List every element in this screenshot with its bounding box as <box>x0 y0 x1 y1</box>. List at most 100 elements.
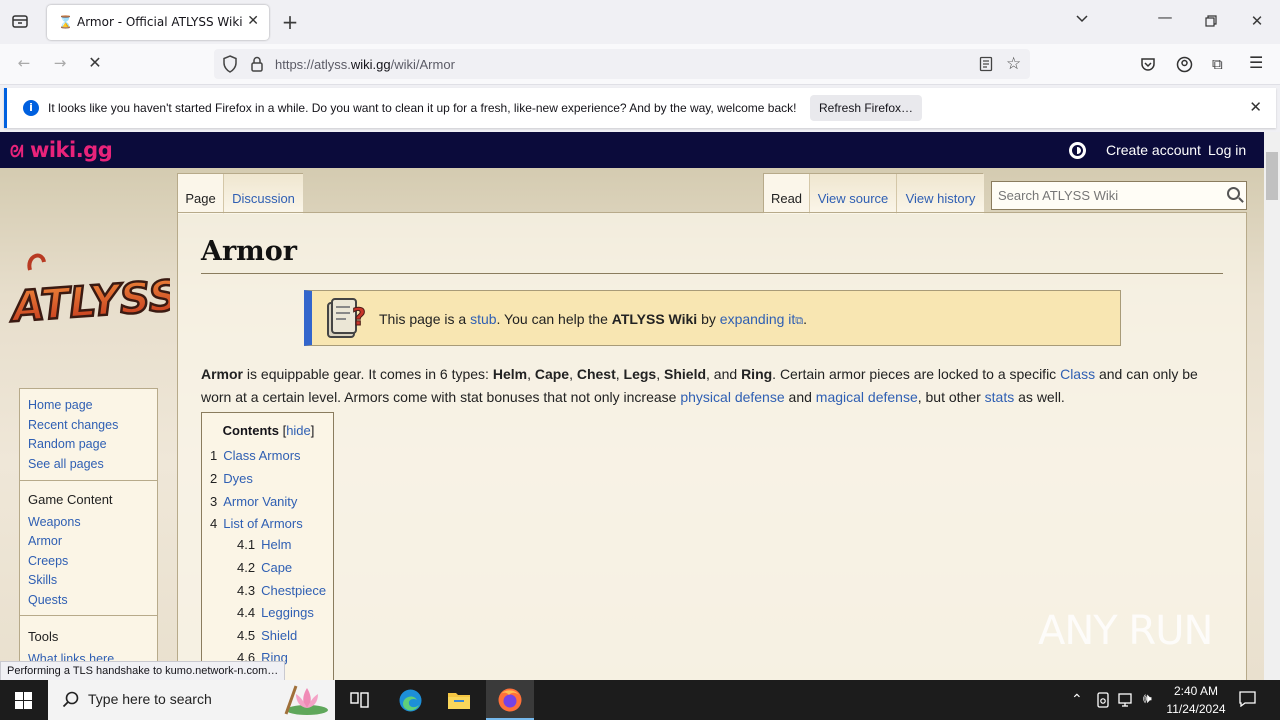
search-icon <box>62 691 79 711</box>
tray-device-icon[interactable] <box>1096 692 1110 711</box>
log-in-link[interactable]: Log in <box>1208 142 1246 158</box>
intro-paragraph: Armor is equippable gear. It comes in 6 … <box>201 366 1198 405</box>
magical-defense-link[interactable]: magical defense <box>816 389 918 405</box>
lotus-flower-icon <box>284 684 330 719</box>
browser-tab[interactable]: ⌛ Armor - Official ATLYSS Wiki ✕ <box>47 5 269 40</box>
refresh-firefox-button[interactable]: Refresh Firefox… <box>810 95 922 121</box>
svg-text:?: ? <box>352 303 366 331</box>
sidebar-navigation: Home page Recent changes Random page See… <box>19 388 158 481</box>
svg-text:ATLYSS: ATLYSS <box>8 271 170 332</box>
table-of-contents: Contents [hide] 1 Class Armors 2 Dyes 3 Arm… <box>201 412 334 680</box>
clock-date[interactable]: 11/24/2024 <box>1164 702 1228 716</box>
bookmark-star-icon[interactable]: ☆ <box>1006 54 1021 74</box>
sidebar-link-all-pages[interactable]: See all pages <box>20 455 157 475</box>
sidebar-link-random-page[interactable]: Random page <box>20 435 157 455</box>
wiki-top-bar: ᘛ wiki.gg Create account Log in <box>0 132 1264 168</box>
sidebar-link-weapons[interactable]: Weapons <box>20 513 157 533</box>
url-bar[interactable]: https://atlyss.wiki.gg/wiki/Armor ☆ <box>214 49 1030 79</box>
sidebar-link-recent-changes[interactable]: Recent changes <box>20 416 157 436</box>
external-link-icon: ⧉ <box>795 315 804 327</box>
sidebar-link-quests[interactable]: Quests <box>20 591 157 611</box>
wiki-search-input[interactable] <box>992 182 1218 209</box>
clock-time[interactable]: 2:40 AM <box>1172 684 1220 698</box>
minimize-icon[interactable]: — <box>1155 8 1175 26</box>
page-scrollbar[interactable] <box>1264 132 1280 680</box>
atlyss-logo[interactable]: ATLYSS <box>8 250 170 338</box>
notifications-icon[interactable] <box>1239 691 1256 710</box>
windows-start-icon[interactable] <box>15 692 32 712</box>
menu-icon[interactable]: ☰ <box>1249 53 1263 72</box>
file-explorer-icon[interactable] <box>447 690 471 713</box>
tab-list-icon[interactable] <box>10 12 30 32</box>
toc-item[interactable]: 4.1 Helm <box>237 537 291 552</box>
expanding-it-link[interactable]: expanding it <box>720 311 796 327</box>
loading-hourglass-icon: ⌛ <box>58 15 73 29</box>
account-icon[interactable] <box>1176 56 1193 76</box>
close-tab-icon[interactable]: ✕ <box>247 13 259 29</box>
lock-icon[interactable] <box>250 56 264 75</box>
firefox-icon <box>498 688 522 712</box>
chevron-down-icon[interactable] <box>1072 11 1092 31</box>
sidebar-link-creeps[interactable]: Creeps <box>20 552 157 572</box>
sidebar-link-home[interactable]: Home page <box>20 396 157 416</box>
toc-hide-link[interactable]: hide <box>286 423 311 438</box>
sidebar-link-armor[interactable]: Armor <box>20 532 157 552</box>
page-tabs-right: Read View source View history <box>763 173 984 214</box>
tab-page[interactable]: Page <box>178 174 224 214</box>
new-tab-icon[interactable]: + <box>280 10 300 34</box>
volume-icon[interactable]: 🕪 <box>1143 690 1152 707</box>
page-title: Armor <box>201 236 297 267</box>
windows-taskbar: Type here to search ⌃ 🕪 2:40 AM 11/24/20… <box>0 680 1280 720</box>
task-view-icon[interactable] <box>350 691 370 712</box>
toc-item[interactable]: 4 List of Armors <box>210 516 303 531</box>
anyrun-watermark: ANY RUN <box>1038 608 1213 654</box>
tab-read[interactable]: Read <box>764 174 810 214</box>
edge-browser-icon[interactable] <box>398 688 423 716</box>
create-account-link[interactable]: Create account <box>1106 142 1201 158</box>
forward-icon[interactable]: → <box>50 54 70 72</box>
pocket-icon[interactable] <box>1140 56 1156 75</box>
tab-view-source[interactable]: View source <box>810 174 897 214</box>
toc-item[interactable]: 2 Dyes <box>210 471 253 486</box>
scrollbar-thumb[interactable] <box>1266 152 1278 200</box>
stub-book-icon: ? <box>327 298 366 338</box>
toc-item[interactable]: 4.5 Shield <box>237 628 297 643</box>
page-tabs-left: Page Discussion <box>177 173 303 214</box>
close-window-icon[interactable]: ✕ <box>1247 12 1267 30</box>
network-icon[interactable] <box>1118 692 1136 711</box>
tracking-shield-icon[interactable] <box>222 55 238 76</box>
tab-discussion[interactable]: Discussion <box>224 174 303 214</box>
stop-loading-icon[interactable]: ✕ <box>85 53 105 72</box>
search-icon[interactable] <box>1227 187 1240 200</box>
toc-item[interactable]: 3 Armor Vanity <box>210 494 297 509</box>
toc-item[interactable]: 4.2 Cape <box>237 560 292 575</box>
tab-bar: ⌛ Armor - Official ATLYSS Wiki ✕ + — ✕ <box>0 0 1280 44</box>
tab-view-history[interactable]: View history <box>897 174 984 214</box>
sidebar-link-skills[interactable]: Skills <box>20 571 157 591</box>
restore-icon[interactable] <box>1201 13 1221 31</box>
url-text: https://atlyss.wiki.gg/wiki/Armor <box>275 57 455 72</box>
close-notification-icon[interactable]: ✕ <box>1249 98 1262 116</box>
wikigg-logo[interactable]: ᘛ wiki.gg <box>10 138 113 162</box>
toc-title: Contents [hide] <box>222 423 315 438</box>
back-icon[interactable]: ← <box>14 54 34 72</box>
game-content-heading: Game Content <box>28 492 113 507</box>
web-page: ᘛ wiki.gg Create account Log in ATLYSS H… <box>0 132 1264 680</box>
stub-notice: ? This page is a stub. You can help the … <box>304 290 1121 346</box>
toc-item[interactable]: 4.3 Chestpiece <box>237 583 326 598</box>
extensions-icon[interactable]: ⧉ <box>1212 55 1223 73</box>
taskbar-firefox-active[interactable] <box>486 680 534 720</box>
taskbar-search-placeholder: Type here to search <box>88 691 212 707</box>
taskbar-search-box[interactable]: Type here to search <box>48 680 335 720</box>
wiki-search-box <box>991 181 1247 210</box>
title-divider <box>201 273 1223 274</box>
stub-link[interactable]: stub <box>470 311 496 327</box>
reader-view-icon[interactable] <box>979 56 993 75</box>
toc-item[interactable]: 1 Class Armors <box>210 448 301 463</box>
class-link[interactable]: Class <box>1060 366 1095 382</box>
theme-toggle-icon[interactable] <box>1069 142 1086 159</box>
physical-defense-link[interactable]: physical defense <box>680 389 784 405</box>
stats-link[interactable]: stats <box>985 389 1015 405</box>
tray-chevron-up-icon[interactable]: ⌃ <box>1071 691 1083 708</box>
toc-item[interactable]: 4.4 Leggings <box>237 605 314 620</box>
